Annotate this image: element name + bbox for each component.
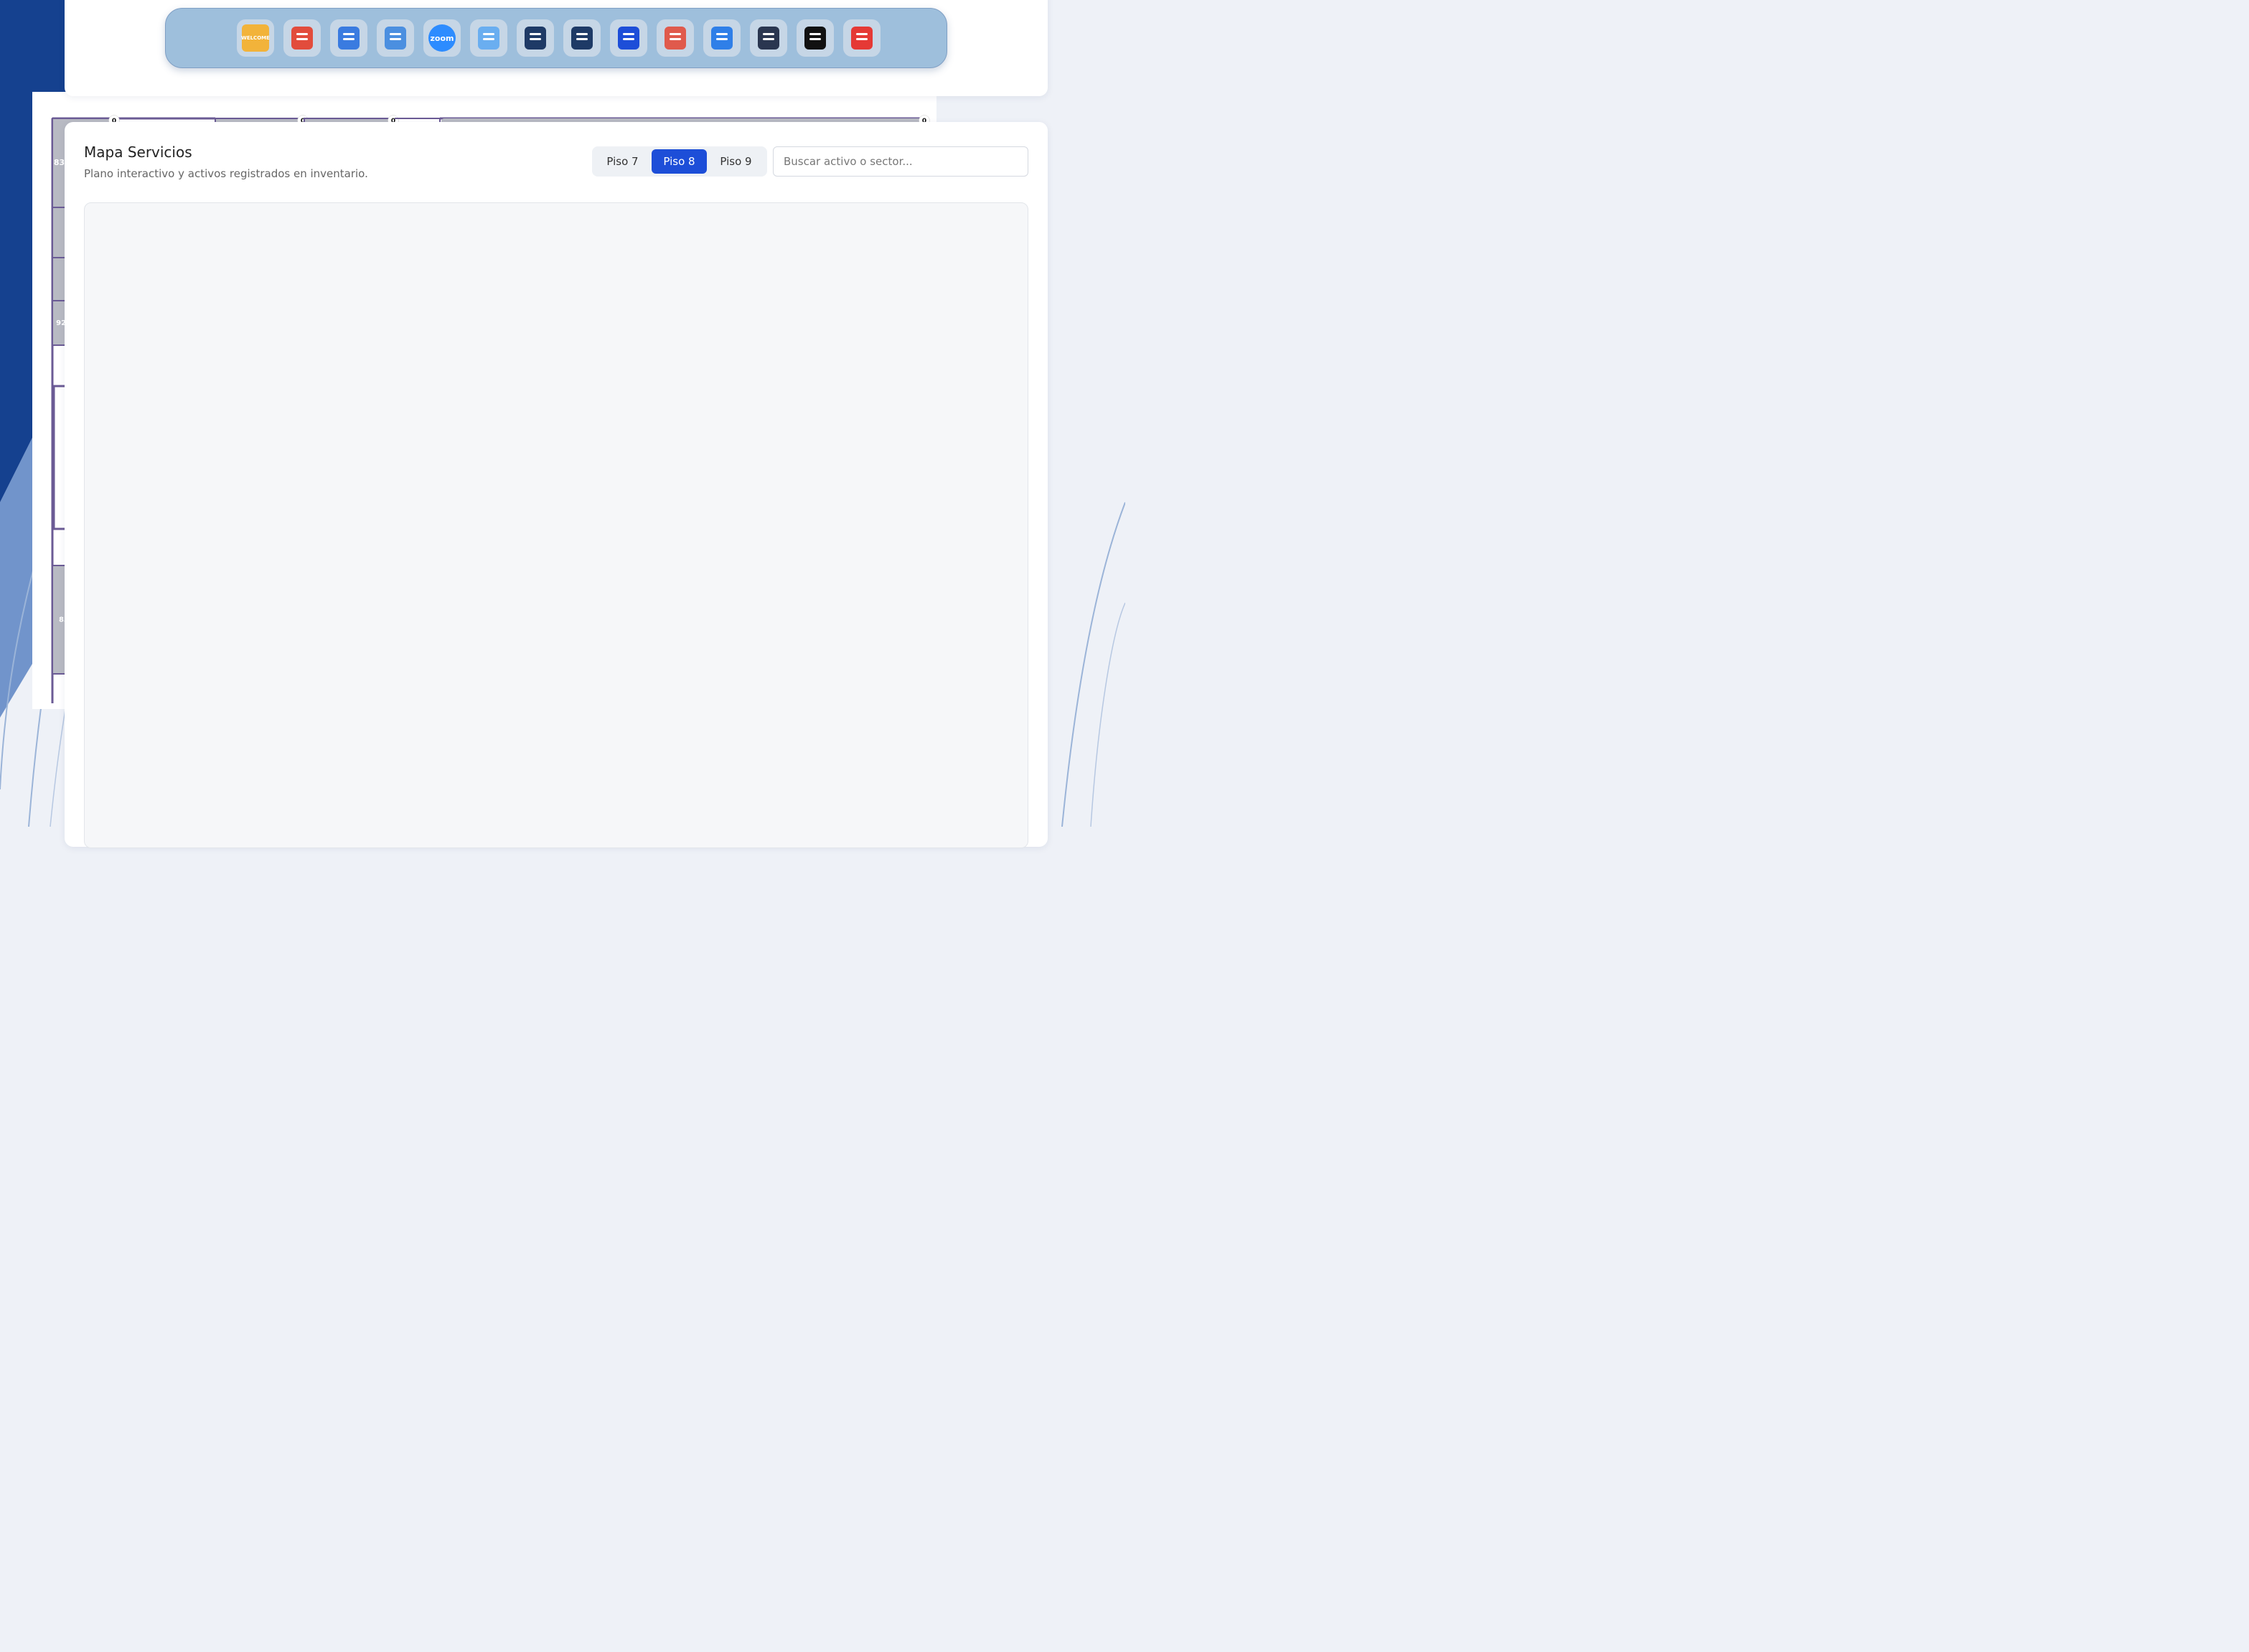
map-card: Mapa Servicios Plano interactivo y activ…: [65, 122, 1048, 848]
calendar-app-icon[interactable]: [657, 19, 694, 57]
zoom-app-icon[interactable]: zoom: [423, 19, 461, 57]
pointer-app-icon[interactable]: [283, 19, 321, 57]
welcome-app-icon[interactable]: WELCOME: [237, 19, 274, 57]
text-document-app-icon[interactable]: [610, 19, 647, 57]
search-input[interactable]: [773, 146, 1028, 177]
tab-piso-9[interactable]: Piso 9: [708, 149, 764, 174]
page-subtitle: Plano interactivo y activos registrados …: [84, 167, 368, 180]
gavel-app-icon-glyph: [804, 27, 826, 50]
app-dock: WELCOME zoom: [165, 8, 947, 68]
browser-app-icon-glyph: [385, 27, 406, 50]
calendar-app-icon-glyph: [665, 27, 686, 50]
map-app-icon-glyph: [571, 27, 593, 50]
contacts-app-icon[interactable]: [330, 19, 367, 57]
document-list-app-icon-glyph: [478, 27, 499, 50]
tab-piso-8[interactable]: Piso 8: [652, 149, 707, 174]
toolbar-card: WELCOME zoom: [65, 0, 1048, 96]
clipboard-app-icon[interactable]: [703, 19, 741, 57]
user-shield-app-icon-glyph: [525, 27, 546, 50]
pointer-app-icon-glyph: [291, 27, 313, 50]
contacts-app-icon-glyph: [338, 27, 360, 50]
clipboard-app-icon-glyph: [711, 27, 733, 50]
gavel-app-icon[interactable]: [797, 19, 834, 57]
text-document-app-icon-glyph: [618, 27, 639, 50]
checklist-app-icon[interactable]: [750, 19, 787, 57]
tab-piso-7[interactable]: Piso 7: [595, 149, 650, 174]
page-title: Mapa Servicios: [84, 144, 192, 161]
welcome-app-icon-glyph: WELCOME: [241, 24, 270, 52]
floor-selector: Piso 7 Piso 8 Piso 9: [592, 146, 767, 177]
user-shield-app-icon[interactable]: [517, 19, 554, 57]
calendar-cancel-app-icon[interactable]: [843, 19, 881, 57]
zoom-app-icon-glyph: zoom: [428, 24, 456, 52]
document-list-app-icon[interactable]: [470, 19, 507, 57]
map-container: [84, 202, 1028, 848]
checklist-app-icon-glyph: [758, 27, 779, 50]
calendar-cancel-app-icon-glyph: [851, 27, 873, 50]
browser-app-icon[interactable]: [377, 19, 414, 57]
map-app-icon[interactable]: [563, 19, 601, 57]
